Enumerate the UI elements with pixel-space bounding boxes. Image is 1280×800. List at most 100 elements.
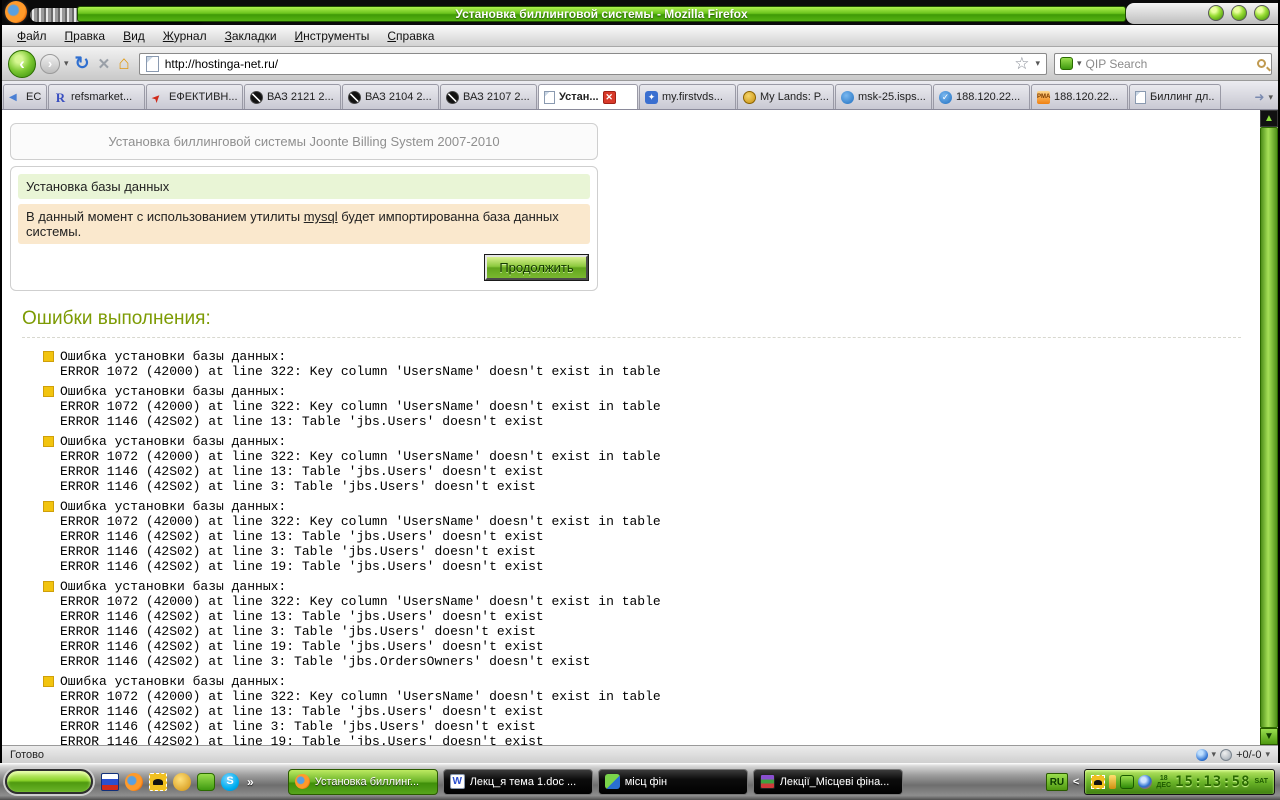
tray-weekday: SAT xyxy=(1255,778,1268,785)
vertical-scrollbar[interactable]: ▲ ▼ xyxy=(1260,110,1278,745)
tab-efektivn[interactable]: ➤ ЕФЕКТИВН... xyxy=(146,84,243,109)
continue-button[interactable]: Продолжить xyxy=(485,255,588,280)
check-favicon-icon: ✓ xyxy=(939,91,952,104)
back-button[interactable]: ‹ xyxy=(8,50,36,78)
taskbar-button-misc-fin[interactable]: місц фін xyxy=(598,769,748,795)
error-line: ERROR 1146 (42S02) at line 13: Table 'jb… xyxy=(60,414,661,429)
tab-refsmarket[interactable]: R refsmarket... xyxy=(48,84,145,109)
bolt-tray-icon[interactable] xyxy=(1109,775,1116,789)
qip-search-engine-icon[interactable] xyxy=(1060,57,1073,70)
castle-favicon-icon xyxy=(743,91,756,104)
firefox-logo-icon[interactable] xyxy=(5,1,27,23)
network-tray-icon[interactable] xyxy=(1138,775,1152,789)
menu-view[interactable]: Вид xyxy=(114,27,154,45)
quick-launch-overflow-icon[interactable]: » xyxy=(245,775,256,789)
qip-shortcut-icon[interactable] xyxy=(197,773,215,791)
tab-list-dropdown-icon[interactable]: ▾ xyxy=(1268,92,1273,103)
skype-shortcut-icon[interactable]: S xyxy=(221,773,239,791)
menu-tools[interactable]: Инструменты xyxy=(286,27,379,45)
tab-firstvds[interactable]: ✦ my.firstvds... xyxy=(639,84,736,109)
scrollbar-thumb[interactable] xyxy=(1260,127,1278,728)
minimize-button[interactable] xyxy=(1208,5,1224,21)
tab-188-120-pma[interactable]: PMA 188.120.22... xyxy=(1031,84,1128,109)
error-item: Ошибка установки базы данных: ERROR 1072… xyxy=(43,674,1253,745)
url-input[interactable] xyxy=(165,57,1009,71)
error-title: Ошибка установки базы данных: xyxy=(60,579,661,594)
search-icon[interactable] xyxy=(1257,59,1266,68)
install-step-box: Установка базы данных В данный момент с … xyxy=(10,166,598,291)
tab-188-120-a[interactable]: ✓ 188.120.22... xyxy=(933,84,1030,109)
tab-vaz-2107[interactable]: ВАЗ 2107 2... xyxy=(440,84,537,109)
thebat-tray-icon[interactable] xyxy=(1091,775,1105,789)
error-item: Ошибка установки базы данных: ERROR 1072… xyxy=(43,434,1253,494)
language-indicator[interactable]: RU xyxy=(1046,773,1068,791)
thebat-shortcut-icon[interactable] xyxy=(149,773,167,791)
stop-icon[interactable]: ✕ xyxy=(96,55,113,73)
counter-dropdown-icon[interactable]: ▾ xyxy=(1265,749,1270,760)
error-line: ERROR 1146 (42S02) at line 3: Table 'jbs… xyxy=(60,624,661,639)
vaz-favicon-icon xyxy=(348,91,361,104)
phpmyadmin-favicon-icon: PMA xyxy=(1037,91,1050,104)
taskbar-button-word-doc[interactable]: W Лекц_я тема 1.doc ... xyxy=(443,769,593,795)
menu-edit[interactable]: Правка xyxy=(56,27,115,45)
tab-mylands[interactable]: My Lands: P... xyxy=(737,84,834,109)
error-line: ERROR 1072 (42000) at line 322: Key colu… xyxy=(60,594,661,609)
error-line: ERROR 1146 (42S02) at line 3: Table 'jbs… xyxy=(60,719,661,734)
menu-bookmarks[interactable]: Закладки xyxy=(216,27,286,45)
site-favicon-icon xyxy=(146,56,159,72)
taskbar: S » Установка биллинг... W Лекц_я тема 1… xyxy=(0,763,1280,800)
vaz-favicon-icon xyxy=(250,91,263,104)
bullet-icon xyxy=(43,501,54,512)
icq-shortcut-icon[interactable] xyxy=(173,773,191,791)
home-icon[interactable]: ⌂ xyxy=(116,53,131,75)
menu-history[interactable]: Журнал xyxy=(154,27,216,45)
search-engine-dropdown-icon[interactable]: ▾ xyxy=(1077,58,1082,69)
error-title: Ошибка установки базы данных: xyxy=(60,384,661,399)
search-box: ▾ xyxy=(1054,53,1272,75)
error-line: ERROR 1072 (42000) at line 322: Key colu… xyxy=(60,399,661,414)
bookmark-dropdown-icon[interactable]: ▾ xyxy=(1035,58,1040,69)
taskbar-button-lectures[interactable]: Лекції_Місцеві фіна... xyxy=(753,769,903,795)
maximize-button[interactable] xyxy=(1231,5,1247,21)
tab-scroll-right-icon[interactable]: ➜ xyxy=(1254,90,1264,104)
error-line: ERROR 1146 (42S02) at line 3: Table 'jbs… xyxy=(60,479,661,494)
window-title-strip: Установка биллинговой системы - Mozilla … xyxy=(77,6,1126,22)
search-input[interactable] xyxy=(1086,57,1253,71)
qip-tray-icon[interactable] xyxy=(1120,775,1134,789)
status-bar: Готово ▾ +0/-0 ▾ xyxy=(2,745,1278,763)
mysql-link[interactable]: mysql xyxy=(304,209,338,224)
start-button[interactable] xyxy=(5,769,93,794)
error-line: ERROR 1146 (42S02) at line 19: Table 'jb… xyxy=(60,559,661,574)
close-button[interactable] xyxy=(1254,5,1270,21)
error-line: ERROR 1146 (42S02) at line 13: Table 'jb… xyxy=(60,609,661,624)
scroll-down-icon[interactable]: ▼ xyxy=(1260,728,1278,745)
tab-billing[interactable]: Биллинг дл... xyxy=(1129,84,1221,109)
history-dropdown-icon[interactable]: ▾ xyxy=(64,58,69,69)
menu-file[interactable]: Файл xyxy=(8,27,56,45)
addon-blue-icon[interactable] xyxy=(1196,749,1208,761)
error-line: ERROR 1146 (42S02) at line 19: Table 'jb… xyxy=(60,734,661,745)
tab-vaz-2104[interactable]: ВАЗ 2104 2... xyxy=(342,84,439,109)
scroll-up-icon[interactable]: ▲ xyxy=(1260,110,1278,127)
tab-vaz-2121[interactable]: ВАЗ 2121 2... xyxy=(244,84,341,109)
winrar-icon xyxy=(760,774,775,789)
forward-button[interactable]: › xyxy=(40,54,60,74)
tab-close-icon[interactable]: ✕ xyxy=(603,91,616,104)
tab-ustanovka-active[interactable]: Устан... ✕ xyxy=(538,84,638,109)
addon-dropdown-icon[interactable]: ▾ xyxy=(1212,749,1217,760)
error-line: ERROR 1072 (42000) at line 322: Key colu… xyxy=(60,514,661,529)
error-item: Ошибка установки базы данных: ERROR 1072… xyxy=(43,499,1253,574)
window-title: Установка биллинговой системы - Mozilla … xyxy=(455,7,747,21)
save-shortcut-icon[interactable] xyxy=(101,773,119,791)
tray-date: 18 ДЕС xyxy=(1156,775,1171,789)
tab-es[interactable]: ◀ ЕС... xyxy=(3,84,47,109)
bookmark-star-icon[interactable]: ☆ xyxy=(1014,54,1029,74)
taskbar-button-firefox[interactable]: Установка биллинг... xyxy=(288,769,438,795)
tab-msk25[interactable]: msk-25.isps... xyxy=(835,84,932,109)
dashed-separator xyxy=(22,337,1241,338)
addon-globe-icon[interactable] xyxy=(1220,749,1232,761)
refresh-icon[interactable]: ↻ xyxy=(73,53,92,74)
tray-collapse-icon[interactable]: < xyxy=(1073,776,1079,788)
menu-help[interactable]: Справка xyxy=(378,27,443,45)
firefox-shortcut-icon[interactable] xyxy=(125,773,143,791)
